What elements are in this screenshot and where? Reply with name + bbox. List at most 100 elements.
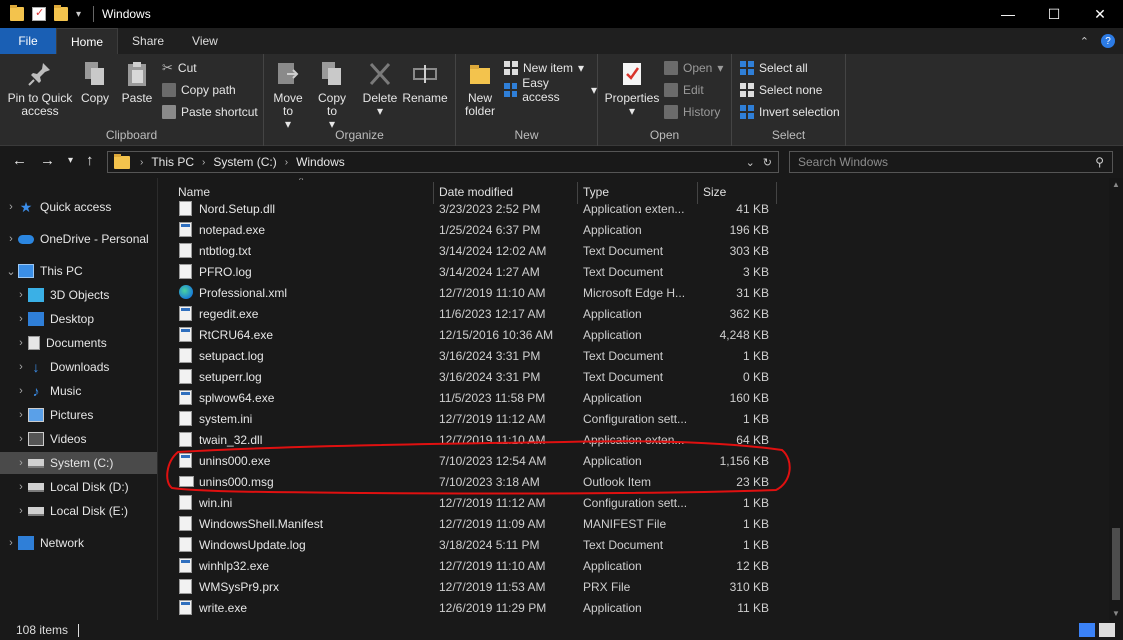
chevron-right-icon[interactable]: ›: [14, 289, 28, 301]
column-date-modified[interactable]: Date modified: [439, 185, 513, 199]
sidebar-item-local-disk-e[interactable]: › Local Disk (E:): [0, 500, 157, 522]
breadcrumb-this-pc[interactable]: This PC: [147, 155, 198, 169]
file-row[interactable]: setupact.log 3/16/2024 3:31 PM Text Docume…: [175, 345, 775, 366]
sidebar-item-onedrive-personal[interactable]: › OneDrive - Personal: [0, 228, 157, 250]
file-row[interactable]: WMSysPr9.prx 12/7/2019 11:53 AM PRX File 31…: [175, 576, 775, 597]
history-button[interactable]: History: [664, 102, 720, 122]
chevron-down-icon[interactable]: ⌄: [746, 156, 755, 169]
column-name[interactable]: Name: [178, 185, 210, 199]
forward-icon[interactable]: →: [40, 152, 55, 169]
select-none-button[interactable]: Select none: [740, 80, 822, 100]
chevron-right-icon[interactable]: ›: [14, 337, 28, 349]
search-icon[interactable]: ⚲: [1095, 155, 1104, 169]
breadcrumb-system-c[interactable]: System (C:): [209, 155, 280, 169]
edit-button[interactable]: Edit: [664, 80, 704, 100]
new-item-button[interactable]: New item ▾: [504, 58, 584, 78]
recent-locations-icon[interactable]: ▾: [68, 155, 73, 166]
file-row[interactable]: setuperr.log 3/16/2024 3:31 PM Text Docume…: [175, 366, 775, 387]
maximize-icon[interactable]: ☐: [1031, 0, 1077, 28]
tab-view[interactable]: View: [178, 28, 232, 54]
move-to-button[interactable]: Move to ▾: [268, 60, 308, 131]
file-row[interactable]: ntbtlog.txt 3/14/2024 12:02 AM Text Docume…: [175, 240, 775, 261]
paste-button[interactable]: Paste: [118, 60, 156, 105]
file-row[interactable]: Professional.xml 12/7/2019 11:10 AM Micros…: [175, 282, 775, 303]
sidebar-item-pictures[interactable]: › Pictures: [0, 404, 157, 426]
close-icon[interactable]: ✕: [1077, 0, 1123, 28]
paste-shortcut-button[interactable]: Paste shortcut: [162, 102, 258, 122]
select-all-button[interactable]: Select all: [740, 58, 808, 78]
easy-access-button[interactable]: Easy access ▾: [504, 76, 597, 104]
file-row[interactable]: notepad.exe 1/25/2024 6:37 PM Application 1…: [175, 219, 775, 240]
delete-button[interactable]: Delete ▾: [360, 60, 400, 118]
pin-to-quick-access-button[interactable]: Pin to Quick access: [6, 60, 74, 118]
chevron-right-icon[interactable]: ›: [14, 457, 28, 469]
column-size[interactable]: Size: [703, 185, 726, 199]
chevron-right-icon[interactable]: ›: [14, 313, 28, 325]
chevron-right-icon[interactable]: ›: [14, 385, 28, 397]
scrollbar-thumb[interactable]: [1112, 528, 1120, 600]
new-folder-button[interactable]: New folder: [460, 60, 500, 118]
file-row[interactable]: twain_32.dll 12/7/2019 11:10 AM Applicatio…: [175, 429, 775, 450]
breadcrumb-windows[interactable]: Windows: [292, 155, 349, 169]
sidebar-item-3d-objects[interactable]: › 3D Objects: [0, 284, 157, 306]
sidebar-item-downloads[interactable]: › ↓ Downloads: [0, 356, 157, 378]
address-bar[interactable]: › This PC › System (C:) › Windows ⌄ ↻: [107, 151, 779, 173]
invert-selection-button[interactable]: Invert selection: [740, 102, 840, 122]
chevron-right-icon[interactable]: ›: [14, 433, 28, 445]
column-type[interactable]: Type: [583, 185, 609, 199]
sidebar-item-local-disk-d[interactable]: › Local Disk (D:): [0, 476, 157, 498]
sidebar-item-network[interactable]: › Network: [0, 532, 157, 554]
file-row[interactable]: write.exe 12/6/2019 11:29 PM Application 11…: [175, 597, 775, 618]
new-folder-icon[interactable]: [54, 5, 68, 21]
cut-button[interactable]: ✂ Cut: [162, 58, 197, 78]
file-row[interactable]: WindowsShell.Manifest 12/7/2019 11:09 AM M…: [175, 513, 775, 534]
chevron-right-icon[interactable]: ›: [14, 409, 28, 421]
file-row[interactable]: RtCRU64.exe 12/15/2016 10:36 AM Applicatio…: [175, 324, 775, 345]
file-row[interactable]: system.ini 12/7/2019 11:12 AM Configuratio…: [175, 408, 775, 429]
chevron-right-icon[interactable]: ›: [14, 361, 28, 373]
file-row[interactable]: unins000.exe 7/10/2023 12:54 AM Applicatio…: [175, 450, 775, 471]
chevron-right-icon[interactable]: ›: [136, 157, 147, 168]
customize-toolbar-icon[interactable]: ▾: [76, 9, 81, 20]
refresh-icon[interactable]: ↻: [763, 156, 772, 169]
chevron-right-icon[interactable]: ›: [281, 157, 292, 168]
tab-home[interactable]: Home: [56, 28, 119, 54]
sidebar-item-videos[interactable]: › Videos: [0, 428, 157, 450]
sidebar-item-desktop[interactable]: › Desktop: [0, 308, 157, 330]
chevron-right-icon[interactable]: ›: [4, 537, 18, 549]
back-icon[interactable]: ←: [12, 152, 27, 169]
tab-share[interactable]: Share: [118, 28, 178, 54]
properties-icon[interactable]: [32, 6, 46, 21]
search-input[interactable]: Search Windows ⚲: [789, 151, 1113, 173]
copy-button[interactable]: Copy: [76, 60, 114, 105]
chevron-right-icon[interactable]: ›: [14, 481, 28, 493]
properties-button[interactable]: Properties ▾: [602, 60, 662, 118]
file-row[interactable]: Nord.Setup.dll 3/23/2023 2:52 PM Applicati…: [175, 198, 775, 219]
chevron-right-icon[interactable]: ›: [198, 157, 209, 168]
sidebar-item-documents[interactable]: › Documents: [0, 332, 157, 354]
chevron-right-icon[interactable]: ›: [14, 505, 28, 517]
scroll-up-icon[interactable]: ▲: [1112, 180, 1120, 189]
file-row[interactable]: unins000.msg 7/10/2023 3:18 AM Outlook Ite…: [175, 471, 775, 492]
details-view-icon[interactable]: [1079, 623, 1095, 637]
rename-button[interactable]: Rename: [402, 60, 448, 105]
copy-path-button[interactable]: Copy path: [162, 80, 236, 100]
sidebar-item-system-c[interactable]: › System (C:): [0, 452, 157, 474]
sidebar-item-this-pc[interactable]: ⌄ This PC: [0, 260, 157, 282]
sidebar-item-music[interactable]: › ♪ Music: [0, 380, 157, 402]
tab-file[interactable]: File: [0, 28, 56, 54]
copy-to-button[interactable]: Copy to ▾: [312, 60, 352, 131]
up-icon[interactable]: ↑: [86, 152, 94, 169]
sidebar-item-quick-access[interactable]: › ★ Quick access: [0, 196, 157, 218]
chevron-right-icon[interactable]: ›: [4, 233, 18, 245]
minimize-icon[interactable]: —: [985, 0, 1031, 28]
file-row[interactable]: regedit.exe 11/6/2023 12:17 AM Application…: [175, 303, 775, 324]
chevron-up-icon[interactable]: ⌃: [1080, 35, 1089, 48]
file-row[interactable]: WindowsUpdate.log 3/18/2024 5:11 PM Text D…: [175, 534, 775, 555]
file-row[interactable]: win.ini 12/7/2019 11:12 AM Configuration s…: [175, 492, 775, 513]
file-row[interactable]: PFRO.log 3/14/2024 1:27 AM Text Document 3 …: [175, 261, 775, 282]
column-divider[interactable]: [776, 182, 777, 204]
file-row[interactable]: splwow64.exe 11/5/2023 11:58 PM Applicatio…: [175, 387, 775, 408]
chevron-down-icon[interactable]: ⌄: [4, 265, 18, 278]
open-button[interactable]: Open ▾: [664, 58, 723, 78]
